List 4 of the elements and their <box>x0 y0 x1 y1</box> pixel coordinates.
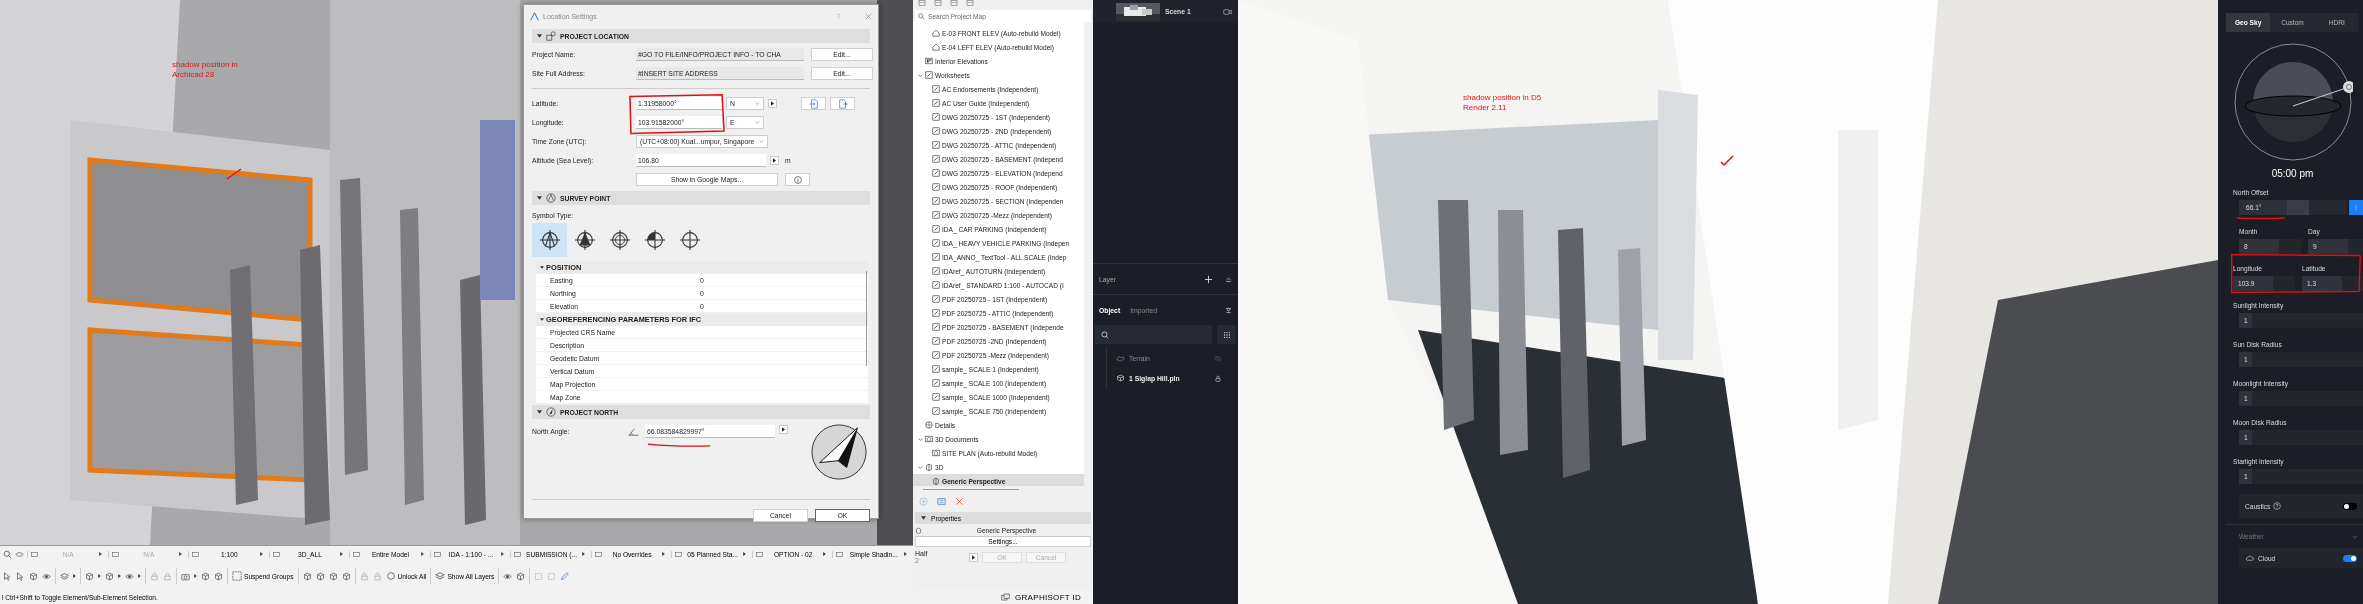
annotation-text: shadow position in Archicad 28 <box>172 60 239 80</box>
account-link[interactable]: GRAPHISOFT ID <box>1015 592 1093 602</box>
time-readout: 05:00 pm <box>2270 168 2315 179</box>
annotation-text: shadow position in D5 Render 2.11 <box>1463 93 1543 113</box>
